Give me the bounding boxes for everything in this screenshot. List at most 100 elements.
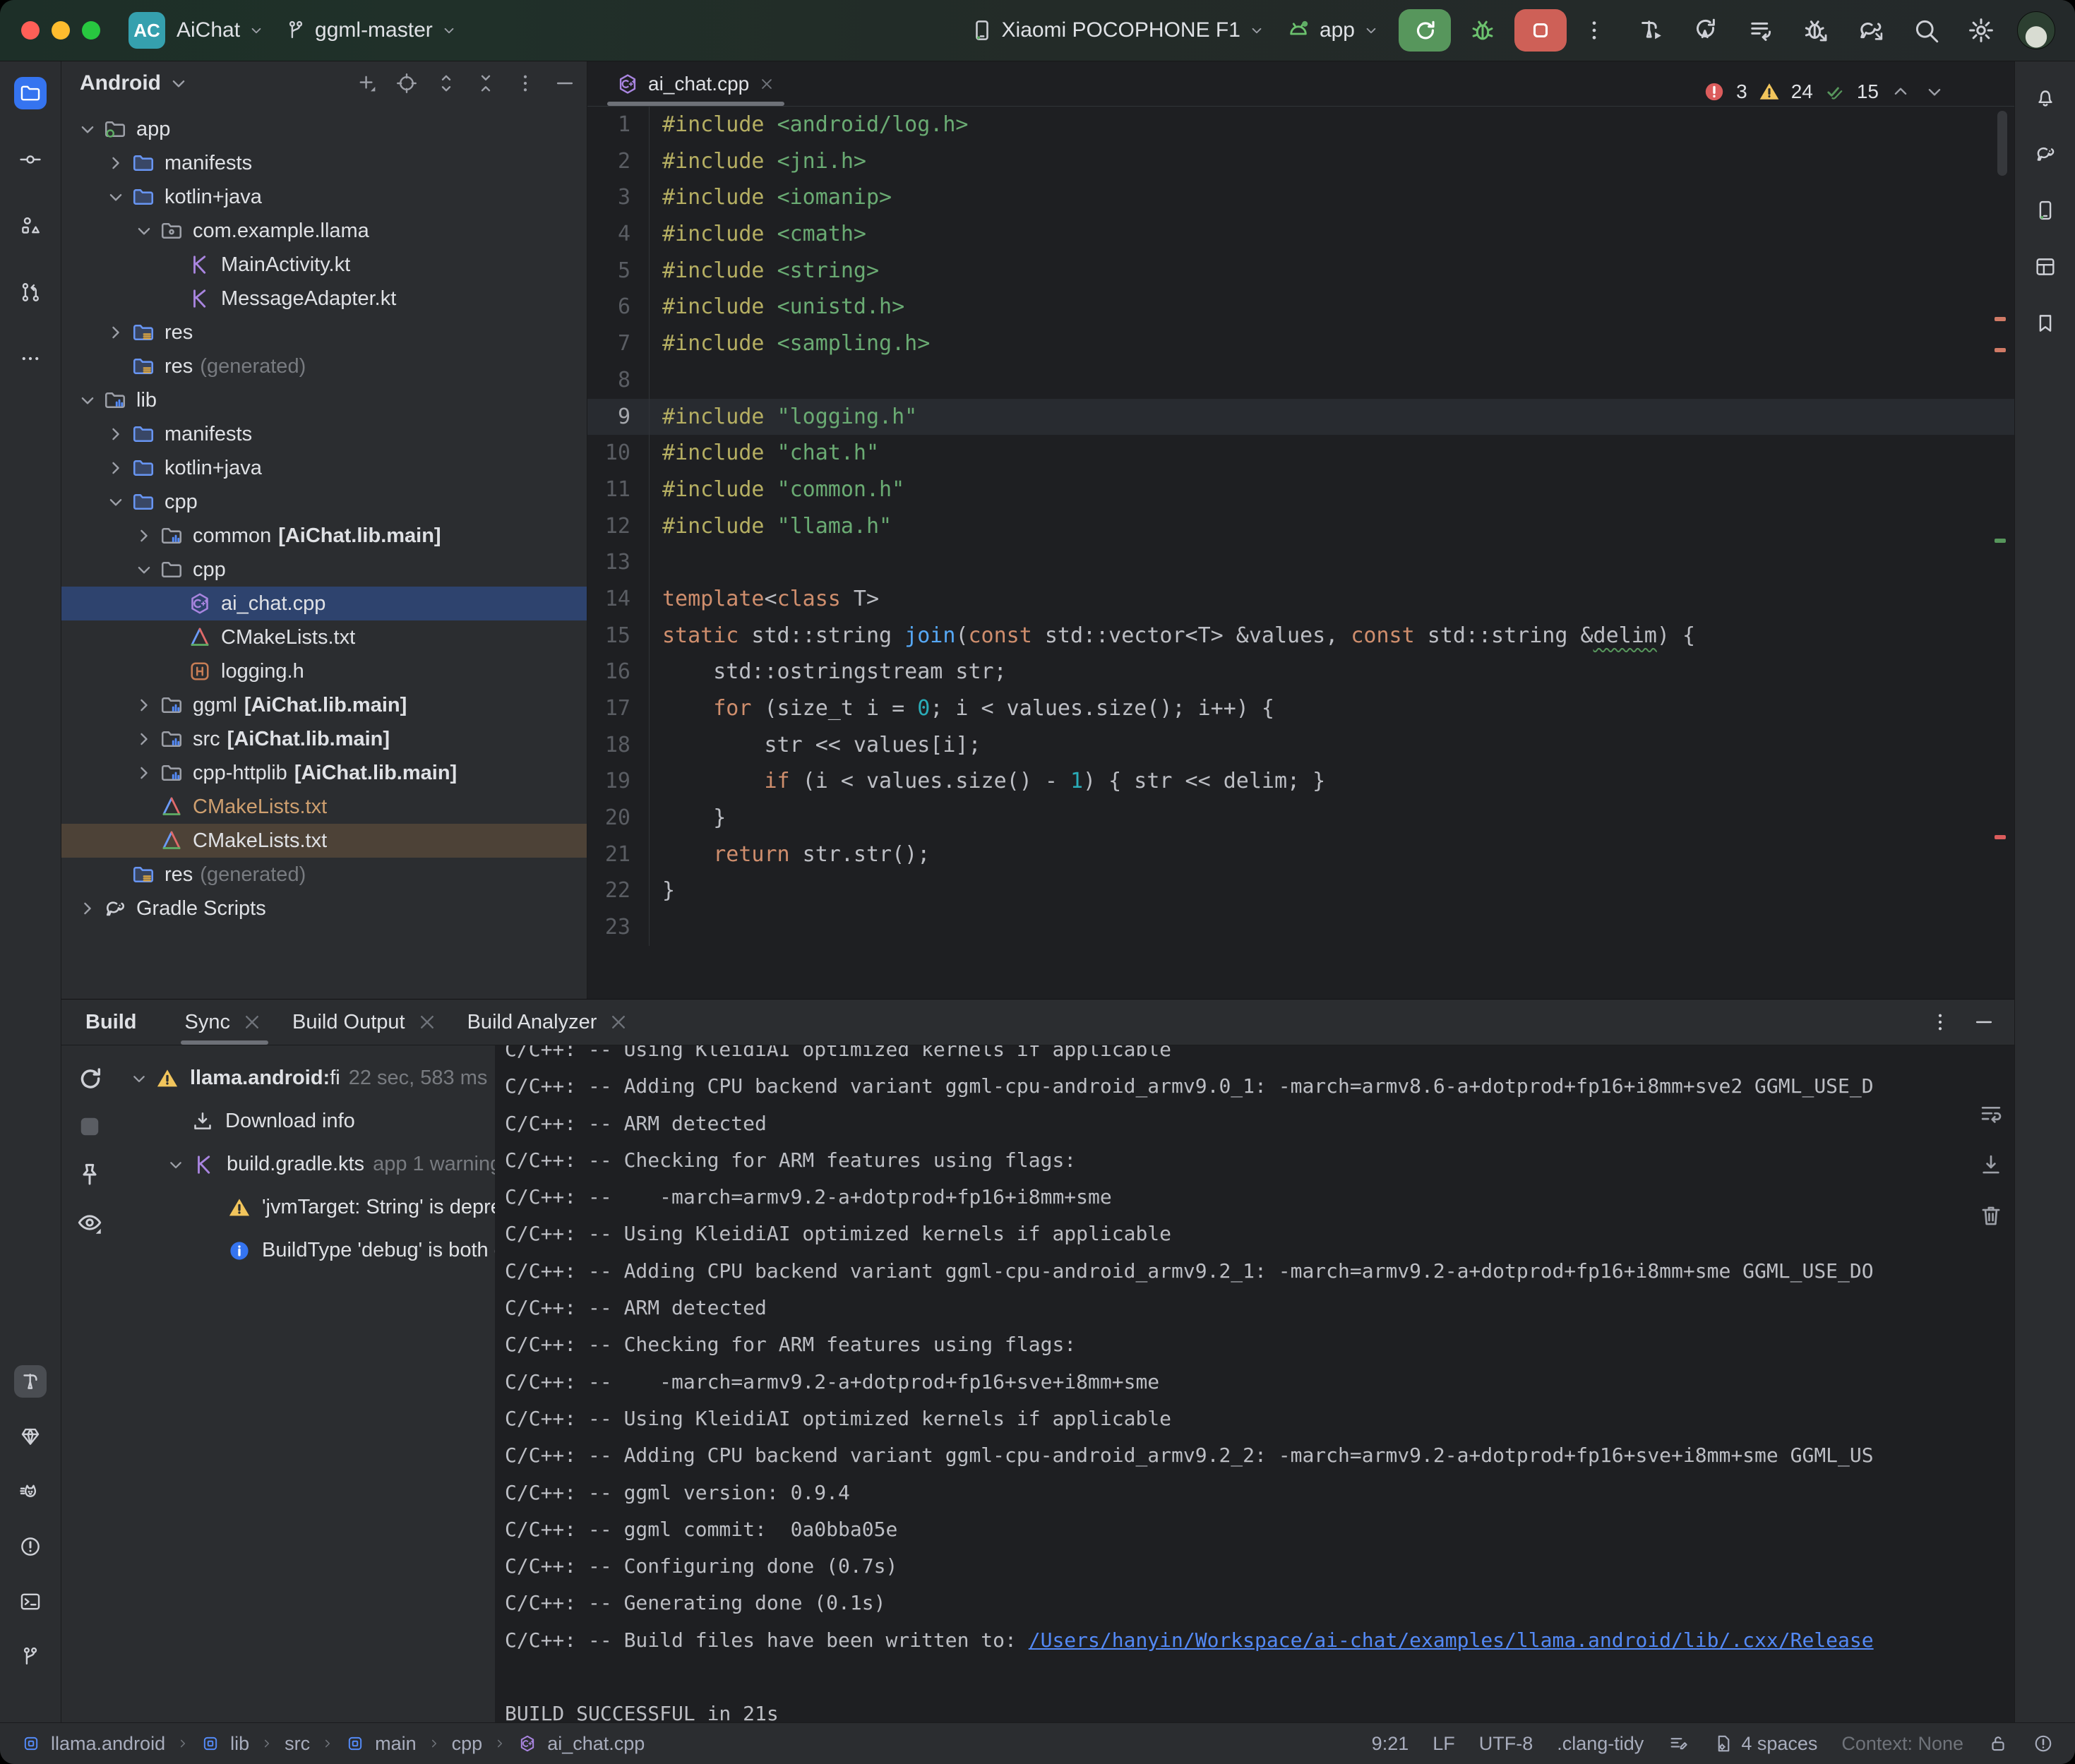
code-line-8[interactable]: 8 [587, 362, 2014, 399]
tree-item-kotlin-java[interactable]: kotlin+java [61, 451, 587, 485]
logcat-cat-icon[interactable] [14, 1475, 47, 1508]
code-line-21[interactable]: 21 return str.str(); [587, 836, 2014, 873]
chevron-down-icon[interactable] [76, 388, 100, 412]
chevron-right-icon[interactable] [132, 761, 156, 785]
status-widget[interactable] [1987, 1733, 2009, 1754]
tree-item-cpp[interactable]: cpp [61, 553, 587, 587]
tree-item-manifests[interactable]: manifests [61, 417, 587, 451]
chevron-down-icon[interactable] [104, 490, 128, 514]
scroll-to-end-icon[interactable] [1978, 1151, 2004, 1178]
chevron-down-icon[interactable] [104, 185, 128, 209]
branch-selector[interactable]: ggml-master [284, 18, 458, 42]
build-tab-build-output[interactable]: Build Output [278, 1000, 453, 1045]
project-selector[interactable]: AiChat [177, 18, 265, 42]
tree-item-gradle-scripts[interactable]: Gradle Scripts [61, 892, 587, 925]
chevron-right-icon[interactable] [104, 151, 128, 175]
code-line-19[interactable]: 19 if (i < values.size() - 1) { str << d… [587, 763, 2014, 800]
run-config-selector[interactable]: app [1284, 16, 1380, 44]
build-output-path-link[interactable]: /Users/hanyin/Workspace/ai-chat/examples… [1029, 1628, 1874, 1652]
settings-icon[interactable] [1966, 16, 1996, 45]
code-line-4[interactable]: 4#include <cmath> [587, 216, 2014, 253]
close-x-icon[interactable] [240, 1010, 264, 1034]
tree-item-cpp-httplib[interactable]: cpp-httplib[AiChat.lib.main] [61, 756, 587, 790]
breadcrumb-item[interactable]: ai_chat.cpp [547, 1733, 645, 1755]
tree-item-messageadapter-kt[interactable]: MessageAdapter.kt [61, 282, 587, 316]
breadcrumb-item[interactable]: src [285, 1733, 310, 1755]
zoom-window-button[interactable] [82, 21, 100, 40]
chevron-right-icon[interactable] [132, 727, 156, 751]
build-icon[interactable] [1636, 16, 1666, 45]
chevron-right-icon[interactable] [104, 456, 128, 480]
project-folder-icon[interactable] [14, 77, 47, 109]
code-line-11[interactable]: 11#include "common.h" [587, 472, 2014, 508]
apply-changes-restart-icon[interactable] [1691, 16, 1721, 45]
tree-item-cpp[interactable]: cpp [61, 485, 587, 519]
tree-item-cmakelists-txt[interactable]: CMakeLists.txt [61, 790, 587, 824]
code-line-13[interactable]: 13 [587, 544, 2014, 581]
build-hammer-icon[interactable] [14, 1365, 47, 1398]
chevron-down-icon[interactable] [132, 558, 156, 582]
collapse-all-icon[interactable] [474, 71, 498, 95]
device-selector[interactable]: Xiaomi POCOPHONE F1 [969, 18, 1266, 43]
debug-button[interactable] [1468, 16, 1497, 45]
soft-wrap-icon[interactable] [1978, 1100, 2004, 1127]
next-problem-button[interactable] [1922, 80, 1947, 104]
bookmarks-icon[interactable] [2029, 307, 2062, 340]
build-tab-sync[interactable]: Sync [171, 1000, 278, 1045]
chevron-right-icon[interactable] [132, 524, 156, 548]
hide-tool-window-icon[interactable] [1972, 1010, 1996, 1034]
status-widget-lf[interactable]: LF [1433, 1733, 1455, 1755]
tree-item-cmakelists-txt[interactable]: CMakeLists.txt [61, 824, 587, 858]
code-line-17[interactable]: 17 for (size_t i = 0; i < values.size();… [587, 690, 2014, 727]
code-line-9[interactable]: 9#include "logging.h" [587, 399, 2014, 436]
code-line-2[interactable]: 2#include <jni.h> [587, 143, 2014, 180]
device-manager-icon[interactable] [2029, 194, 2062, 227]
locate-icon[interactable] [395, 71, 419, 95]
scrollbar-thumb[interactable] [1997, 111, 2007, 176]
status-widget-9-21[interactable]: 9:21 [1372, 1733, 1409, 1755]
status-widget--clang-tidy[interactable]: .clang-tidy [1557, 1733, 1644, 1755]
pin-icon[interactable] [75, 1160, 104, 1189]
hide-icon[interactable] [553, 71, 577, 95]
status-widget-utf-8[interactable]: UTF-8 [1479, 1733, 1533, 1755]
minimize-window-button[interactable] [52, 21, 70, 40]
notifications-bell-icon[interactable] [2029, 81, 2062, 114]
close-icon[interactable] [758, 75, 776, 93]
more-options-icon[interactable] [1928, 1010, 1952, 1034]
tree-item-res[interactable]: res(generated) [61, 858, 587, 892]
status-widget[interactable] [2033, 1733, 2054, 1754]
close-x-icon[interactable] [606, 1010, 630, 1034]
more-horizontal-icon[interactable] [14, 342, 47, 375]
attach-debugger-icon[interactable] [1801, 16, 1831, 45]
git-branch-icon[interactable] [14, 1640, 47, 1673]
add-icon[interactable] [355, 71, 379, 95]
tree-item-res[interactable]: res(generated) [61, 349, 587, 383]
preview-eye-icon[interactable] [75, 1208, 104, 1237]
tab-ai-chat-cpp[interactable]: ai_chat.cpp [603, 62, 789, 106]
gradle-sync-icon[interactable] [1856, 16, 1886, 45]
chevron-right-icon[interactable] [132, 693, 156, 717]
build-variants-gem-icon[interactable] [14, 1420, 47, 1453]
pull-requests-icon[interactable] [14, 276, 47, 308]
more-vertical-icon[interactable] [513, 71, 537, 95]
tree-item-app[interactable]: app [61, 112, 587, 146]
code-line-12[interactable]: 12#include "llama.h" [587, 508, 2014, 545]
tree-item-common[interactable]: common[AiChat.lib.main] [61, 519, 587, 553]
tree-item-cmakelists-txt[interactable]: CMakeLists.txt [61, 620, 587, 654]
code-line-3[interactable]: 3#include <iomanip> [587, 179, 2014, 216]
code-line-14[interactable]: 14template<class T> [587, 581, 2014, 618]
avatar[interactable] [2017, 11, 2055, 49]
gradle-elephant-icon[interactable] [2029, 138, 2062, 170]
chevron-down-icon[interactable] [165, 1153, 187, 1176]
code-line-23[interactable]: 23 [587, 909, 2014, 946]
clear-all-icon[interactable] [1978, 1202, 2004, 1229]
close-window-button[interactable] [21, 21, 40, 40]
prev-problem-button[interactable] [1889, 80, 1913, 104]
code-line-1[interactable]: 1#include <android/log.h> [587, 107, 2014, 143]
code-area[interactable]: 1#include <android/log.h>2#include <jni.… [587, 107, 2014, 999]
structure-icon[interactable] [14, 210, 47, 242]
build-tree-item[interactable]: llama.android: fi22 sec, 583 ms [118, 1057, 495, 1100]
tree-item-logging-h[interactable]: logging.h [61, 654, 587, 688]
apply-code-changes-icon[interactable] [1746, 16, 1776, 45]
chevron-right-icon[interactable] [104, 422, 128, 446]
